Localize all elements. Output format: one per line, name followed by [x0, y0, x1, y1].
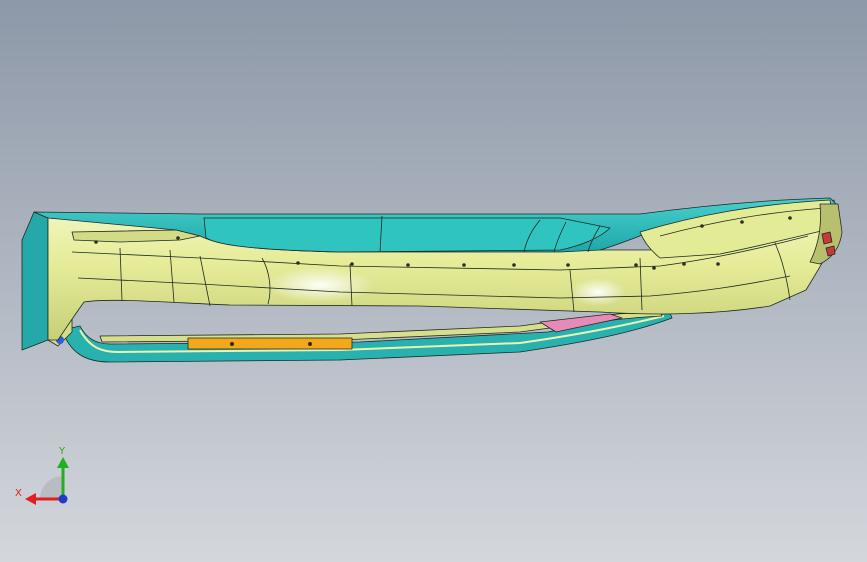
left-end-panel[interactable] [21, 211, 49, 351]
orange-strip[interactable] [187, 337, 353, 350]
body-highlight [570, 278, 626, 306]
cad-viewport[interactable]: Y X [0, 0, 867, 562]
cad-canvas[interactable]: Y X [0, 0, 867, 562]
red-detail [825, 245, 836, 257]
y-axis-label: Y [58, 446, 66, 457]
left-cap-detail [71, 229, 201, 243]
strip-hole [308, 342, 312, 346]
body-highlight [265, 267, 375, 303]
red-detail [821, 231, 833, 245]
x-axis-label: X [15, 488, 22, 499]
z-axis-dot [58, 494, 68, 504]
top-inner-panel[interactable] [203, 217, 611, 253]
strip-hole [230, 342, 234, 346]
